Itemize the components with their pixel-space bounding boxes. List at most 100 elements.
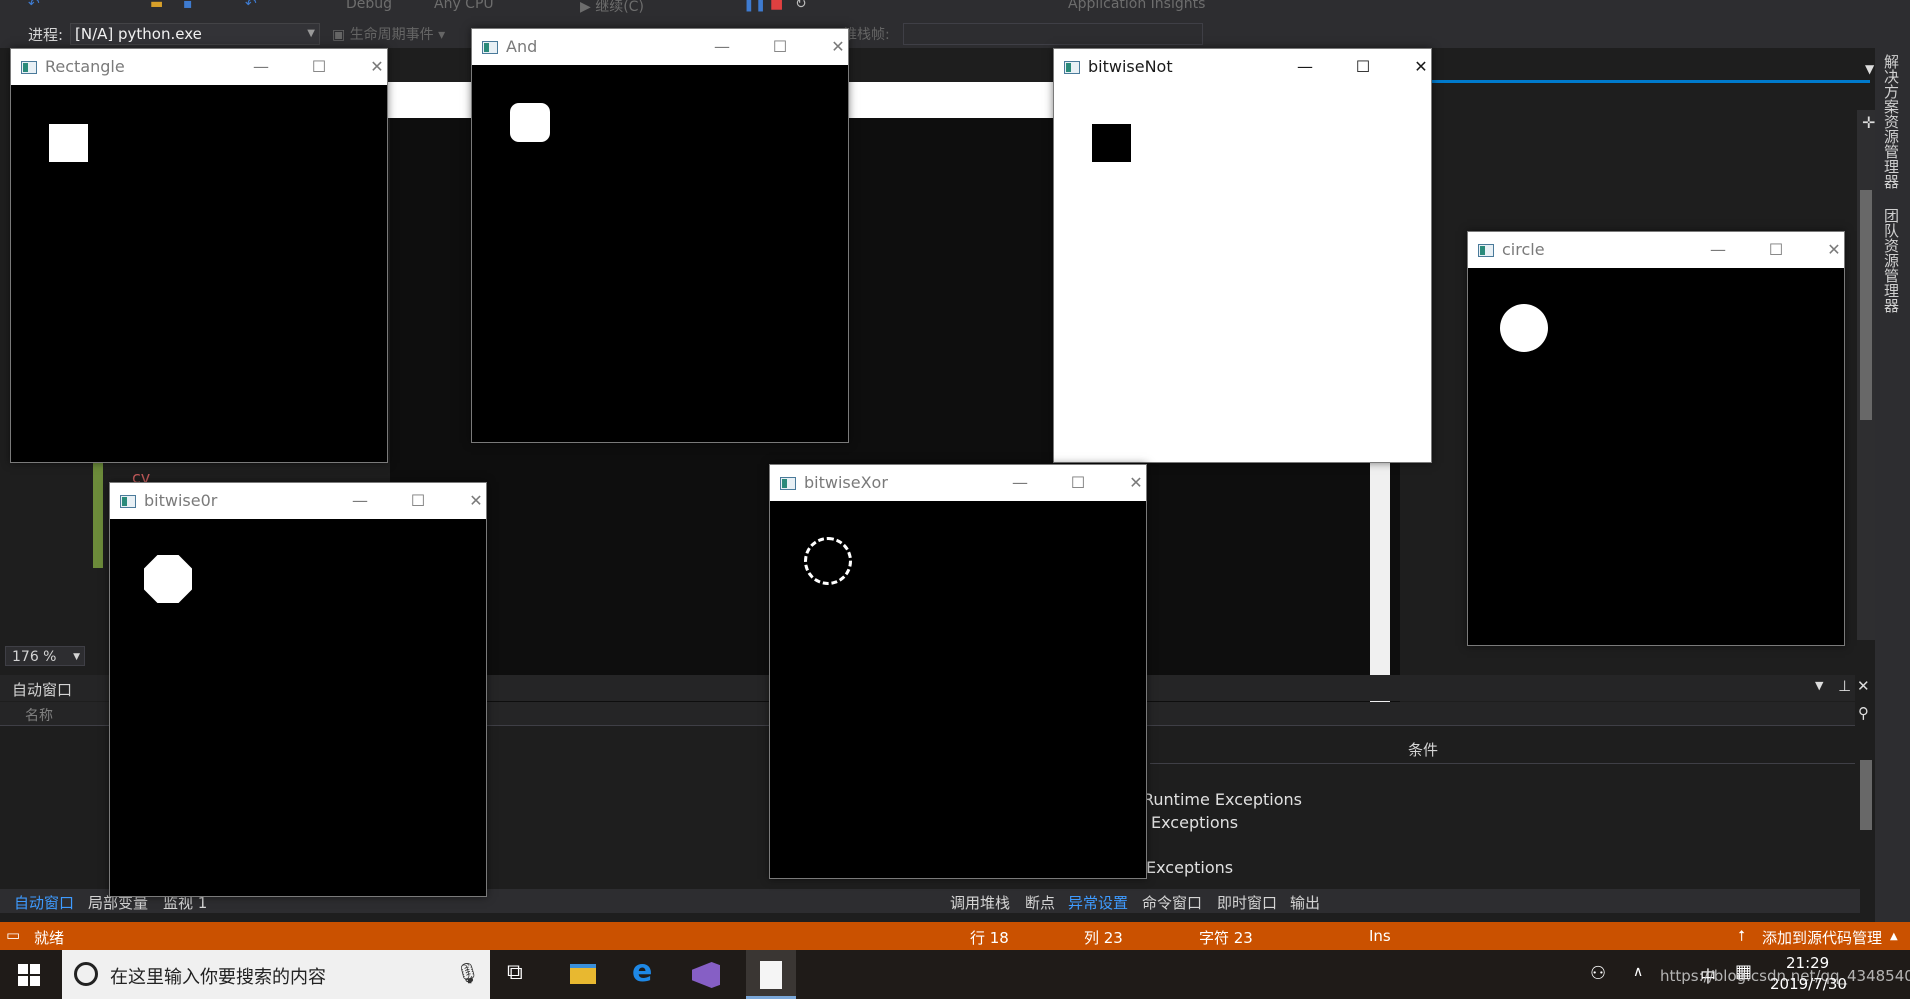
chevron-down-icon: ▼ [307,28,315,39]
taskbar-search-box[interactable]: 在这里输入你要搜索的内容 🎙 [62,950,490,999]
microphone-icon[interactable]: 🎙 [455,961,480,985]
continue-label: 继续(C) [595,0,644,15]
minimize-icon[interactable]: — [1700,236,1736,264]
name-column-header[interactable]: 名称 [25,705,53,725]
zoom-dropdown[interactable]: 176 % ▼ [5,646,85,666]
pin-icon[interactable]: ✛ [1862,113,1875,132]
exception-item[interactable]: Runtime Exceptions [1143,790,1302,809]
tab-autos[interactable]: 自动窗口 [14,892,74,913]
app-icon [780,477,796,490]
chevron-down-icon[interactable]: ▼ [1815,679,1823,692]
window-title: bitwiseNot [1088,57,1173,76]
search-icon[interactable]: ⚲ [1858,704,1869,722]
tab-exception-settings[interactable]: 异常设置 [1068,892,1128,913]
task-view-icon[interactable]: ⧉ [507,960,523,985]
restart-icon[interactable]: ↻ [795,0,807,12]
minimize-icon[interactable]: — [243,53,279,81]
window-titlebar[interactable]: And — ☐ ✕ [472,29,848,65]
minimize-icon[interactable]: — [1002,469,1038,497]
tab-call-stack[interactable]: 调用堆栈 [950,892,1010,913]
maximize-icon[interactable]: ☐ [1345,53,1381,81]
window-title: And [506,37,538,56]
window-titlebar[interactable]: Rectangle — ☐ ✕ [11,49,387,85]
pause-icon[interactable]: ❚❚ [743,0,766,12]
close-icon[interactable]: ✕ [1816,236,1852,264]
chevron-up-icon[interactable]: ∧ [1633,964,1643,980]
close-icon[interactable]: ✕ [359,53,395,81]
image-canvas [11,85,387,462]
maximize-icon[interactable]: ☐ [400,487,436,515]
minimize-icon[interactable]: — [1287,53,1323,81]
exception-item[interactable]: Exceptions [1151,813,1238,832]
window-title: bitwiseXor [804,473,888,492]
app-icon [21,61,37,74]
file-explorer-icon[interactable] [570,964,596,984]
taskbar-time[interactable]: 21:29 [1786,954,1829,972]
app-icon [482,41,498,54]
bitwisexor-window[interactable]: bitwiseXor — ☐ ✕ [769,464,1147,879]
chevron-down-icon[interactable]: ▼ [1865,62,1874,76]
pin-icon[interactable]: ⊥ [1838,677,1851,695]
process-label: 进程: [28,26,64,44]
close-icon[interactable]: ✕ [458,487,494,515]
config-dropdown[interactable]: Debug [346,0,392,12]
circle-window[interactable]: circle — ☐ ✕ [1467,231,1845,646]
platform-dropdown[interactable]: Any CPU [434,0,494,12]
people-icon[interactable]: ⚇ [1590,963,1606,984]
bitwisenot-window[interactable]: bitwiseNot — ☐ ✕ [1053,48,1432,463]
close-icon[interactable]: ✕ [1118,469,1154,497]
window-titlebar[interactable]: bitwise0r — ☐ ✕ [110,483,486,519]
stack-frame-dropdown[interactable] [903,23,1203,45]
windows-start-icon[interactable] [18,964,40,986]
image-canvas [110,519,486,896]
edge-icon[interactable]: e [632,954,652,989]
window-titlebar[interactable]: bitwiseXor — ☐ ✕ [770,465,1146,501]
application-insights-button[interactable]: Application Insights [1068,0,1205,12]
active-app-tile[interactable] [746,950,796,999]
exception-item[interactable]: Exceptions [1146,858,1233,877]
close-icon[interactable]: ✕ [820,33,856,61]
minimize-icon[interactable]: — [342,487,378,515]
windows-taskbar: 在这里输入你要搜索的内容 🎙 ⧉ e ⚇ ∧ 中 ▦ https://blog.… [0,950,1910,999]
back-icon[interactable]: ↶ [28,0,40,12]
save-icon[interactable]: ▪ [183,0,193,12]
process-dropdown[interactable]: [N/A] python.exe ▼ [70,23,320,45]
image-canvas [1054,85,1431,462]
bitwiseor-window[interactable]: bitwise0r — ☐ ✕ [109,482,487,897]
close-icon[interactable]: ✕ [1857,677,1870,695]
close-icon[interactable]: ✕ [1403,53,1439,81]
status-column: 列 23 [1084,929,1123,947]
tab-output[interactable]: 输出 [1290,892,1320,913]
taskbar-date[interactable]: 2019/7/30 [1770,975,1847,993]
lifecycle-events-dropdown[interactable]: ▣ 生命周期事件 ▾ [332,24,445,44]
panel-scrollbar-thumb[interactable] [1860,760,1872,830]
window-titlebar[interactable]: circle — ☐ ✕ [1468,232,1844,268]
status-ready: 就绪 [34,929,65,947]
and-window[interactable]: And — ☐ ✕ [471,28,849,443]
rectangle-window[interactable]: Rectangle — ☐ ✕ [10,48,388,463]
status-line: 行 18 [970,929,1009,947]
maximize-icon[interactable]: ☐ [1060,469,1096,497]
maximize-icon[interactable]: ☐ [301,53,337,81]
chevron-up-icon[interactable]: ▲ [1890,931,1898,942]
maximize-icon[interactable]: ☐ [1758,236,1794,264]
solution-explorer-tab[interactable]: 解决方案资源管理器 [1882,54,1902,189]
window-icon: ▭ [6,926,21,944]
tab-breakpoints[interactable]: 断点 [1025,892,1055,913]
condition-column-header[interactable]: 条件 [1408,739,1438,760]
white-blob [144,555,192,603]
maximize-icon[interactable]: ☐ [762,33,798,61]
team-explorer-tab[interactable]: 团队资源管理器 [1882,208,1902,313]
scrollbar-thumb[interactable] [1860,190,1872,420]
tab-command-window[interactable]: 命令窗口 [1142,892,1202,913]
continue-button[interactable]: ▶ 继续(C) [580,0,644,16]
right-tool-panel: 解决方案资源管理器 团队资源管理器 [1875,48,1910,928]
visual-studio-icon[interactable] [692,962,720,988]
add-to-source-control-button[interactable]: 添加到源代码管理 [1762,927,1882,948]
window-titlebar[interactable]: bitwiseNot — ☐ ✕ [1054,49,1431,85]
undo-icon[interactable]: ↶ [245,0,257,12]
stop-icon[interactable]: ■ [770,0,783,12]
open-folder-icon[interactable]: ▬ [150,0,163,12]
tab-immediate-window[interactable]: 即时窗口 [1217,892,1277,913]
minimize-icon[interactable]: — [704,33,740,61]
